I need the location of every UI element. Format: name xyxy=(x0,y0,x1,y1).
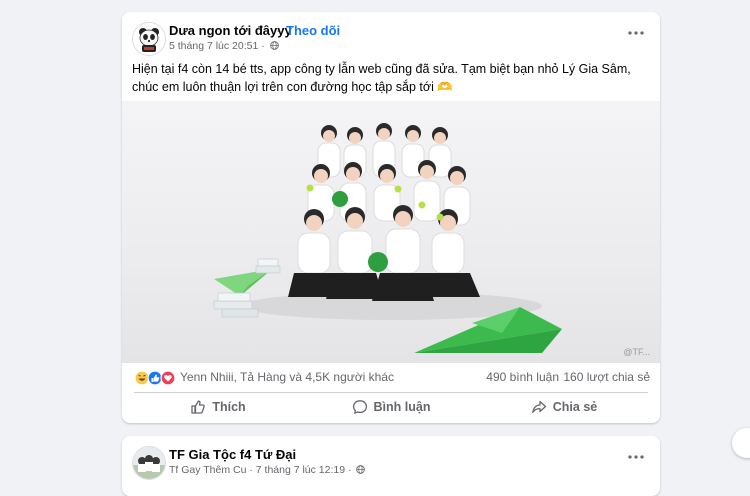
love-icon xyxy=(160,370,176,386)
reaction-icons[interactable] xyxy=(134,370,178,386)
divider xyxy=(134,392,648,393)
meta-separator: · xyxy=(261,40,265,52)
follow-button[interactable]: Theo dõi xyxy=(286,23,340,38)
avatar-2[interactable] xyxy=(132,446,166,480)
header-separator: · xyxy=(276,23,281,38)
post-photo[interactable]: @TF... xyxy=(122,101,660,363)
post-stats: Yenn Nhiii, Tả Hàng và 4,5K người khác 4… xyxy=(122,366,660,390)
panda-avatar-icon xyxy=(133,23,165,55)
post2-meta: Tf Gay Thêm Cu · 7 tháng 7 lúc 12:19 · xyxy=(169,464,366,476)
group-photo-image xyxy=(213,123,562,353)
post-card-2: TF Gia Tộc f4 Tứ Đại Tf Gay Thêm Cu · 7 … xyxy=(122,436,660,496)
post-actions: Thích Bình luận Chia sẻ xyxy=(122,394,660,420)
people-group xyxy=(288,123,480,301)
post-header: Dưa ngon tới đâyyy · Theo dõi 5 tháng 7 … xyxy=(122,12,660,58)
group-avatar-icon xyxy=(133,447,165,479)
comment-label: Bình luận xyxy=(373,400,431,414)
comment-count[interactable]: 490 bình luận xyxy=(486,370,559,384)
comment-icon xyxy=(352,400,367,414)
like-button[interactable]: Thích xyxy=(132,394,304,420)
more-options-icon[interactable] xyxy=(626,450,646,464)
reaction-summary[interactable]: Yenn Nhiii, Tả Hàng và 4,5K người khác xyxy=(180,370,394,384)
share-button[interactable]: Chia sẻ xyxy=(478,394,650,420)
thumbs-up-icon xyxy=(191,400,206,414)
photo-watermark: @TF... xyxy=(623,347,650,357)
new-message-icon[interactable] xyxy=(732,428,750,458)
more-options-icon[interactable] xyxy=(626,26,646,40)
post2-author[interactable]: TF Gia Tộc f4 Tứ Đại xyxy=(169,447,296,462)
avatar[interactable] xyxy=(132,22,166,56)
globe-icon xyxy=(269,41,279,50)
post-caption: Hiện tại f4 còn 14 bé tts, app công ty l… xyxy=(132,62,631,94)
meta-separator: · xyxy=(348,464,352,476)
haha-icon xyxy=(134,370,150,386)
post-meta: 5 tháng 7 lúc 20:51 · xyxy=(169,40,279,52)
meta-separator: · xyxy=(249,464,253,476)
share-count[interactable]: 160 lượt chia sẻ xyxy=(563,370,650,384)
post2-sub-author[interactable]: Tf Gay Thêm Cu xyxy=(169,464,246,476)
share-label: Chia sẻ xyxy=(552,400,598,414)
comment-button[interactable]: Bình luận xyxy=(304,394,478,420)
like-label: Thích xyxy=(212,400,246,414)
post2-timestamp[interactable]: 7 tháng 7 lúc 12:19 xyxy=(256,464,345,476)
share-icon xyxy=(531,400,546,413)
post-author[interactable]: Dưa ngon tới đâyyy xyxy=(169,23,292,38)
post-card: Dưa ngon tới đâyyy · Theo dõi 5 tháng 7 … xyxy=(122,12,660,423)
like-icon xyxy=(147,370,163,386)
post-timestamp[interactable]: 5 tháng 7 lúc 20:51 xyxy=(169,40,258,52)
